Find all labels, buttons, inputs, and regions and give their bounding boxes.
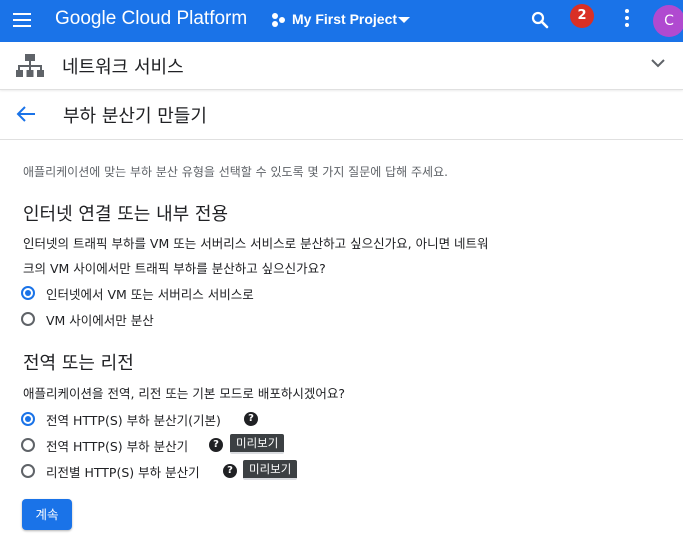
- help-icon[interactable]: ?: [244, 412, 258, 426]
- notification-badge[interactable]: 2: [570, 4, 594, 28]
- hamburger-menu-icon[interactable]: [11, 10, 33, 30]
- dropdown-caret-icon: [398, 17, 410, 23]
- radio-label: 리전별 HTTP(S) 부하 분산기: [46, 465, 200, 480]
- project-label: My First Project: [292, 11, 398, 27]
- question-1-heading: 인터넷 연결 또는 내부 전용: [23, 204, 229, 225]
- section-title: 네트워크 서비스: [62, 57, 184, 78]
- search-icon[interactable]: [531, 11, 549, 29]
- preview-badge: 미리보기: [230, 434, 285, 454]
- question-1-text-line-1: 인터넷의 트래픽 부하를 VM 또는 서버리스 서비스로 분산하고 싶으신가요,…: [23, 236, 489, 251]
- radio-button-selected[interactable]: [21, 286, 35, 300]
- question-1-text: 인터넷의 트래픽 부하를 VM 또는 서버리스 서비스로 분산하고 싶으신가요,…: [23, 231, 543, 281]
- radio-label: 전역 HTTP(S) 부하 분산기: [46, 439, 189, 454]
- question-2-text: 애플리케이션을 전역, 리전 또는 기본 모드로 배포하시겠어요?: [23, 386, 345, 401]
- intro-text: 애플리케이션에 맞는 부하 분산 유형을 선택할 수 있도록 몇 가지 질문에 …: [23, 165, 448, 179]
- radio-button[interactable]: [21, 464, 35, 478]
- top-app-bar: Google Cloud Platform My First Project 2…: [0, 0, 683, 42]
- more-options-icon[interactable]: [620, 9, 634, 29]
- page-header: 부하 분산기 만들기: [0, 90, 683, 140]
- radio-label: 인터넷에서 VM 또는 서버리스 서비스로: [46, 287, 254, 302]
- chevron-down-icon[interactable]: [650, 57, 666, 69]
- radio-button[interactable]: [21, 312, 35, 326]
- avatar[interactable]: C: [653, 5, 683, 37]
- radio-label: VM 사이에서만 분산: [46, 313, 154, 328]
- radio-label: 전역 HTTP(S) 부하 분산기(기본): [46, 413, 221, 428]
- back-arrow-icon[interactable]: [15, 104, 37, 124]
- network-services-icon: [16, 54, 44, 77]
- preview-badge: 미리보기: [243, 460, 298, 480]
- brand-title[interactable]: Google Cloud Platform: [55, 8, 247, 30]
- help-icon[interactable]: ?: [209, 438, 223, 452]
- section-header[interactable]: 네트워크 서비스: [0, 42, 683, 90]
- question-2-heading: 전역 또는 리전: [23, 353, 134, 374]
- project-dots-icon: [272, 13, 285, 27]
- radio-button[interactable]: [21, 438, 35, 452]
- help-icon[interactable]: ?: [223, 464, 237, 478]
- question-1-text-line-2: 크의 VM 사이에서만 트래픽 부하를 분산하고 싶으신가요?: [23, 261, 326, 276]
- page-title: 부하 분산기 만들기: [63, 106, 207, 127]
- radio-button-selected[interactable]: [21, 412, 35, 426]
- continue-button[interactable]: 계속: [22, 499, 72, 530]
